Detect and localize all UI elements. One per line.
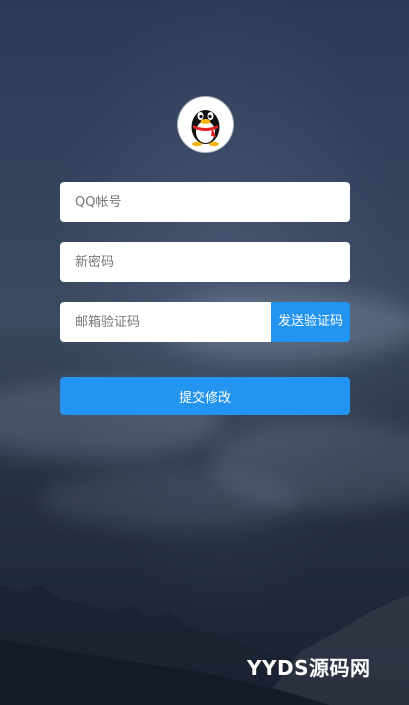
email-code-field[interactable]	[60, 302, 272, 342]
submit-button[interactable]: 提交修改	[60, 377, 350, 415]
new-password-input[interactable]	[60, 242, 350, 282]
qq-penguin-icon	[178, 97, 233, 152]
qq-account-field[interactable]	[60, 182, 350, 222]
watermark-text: YYDS源码网	[247, 656, 371, 680]
email-code-input[interactable]	[60, 302, 272, 342]
send-code-button[interactable]: 发送验证码	[271, 302, 350, 342]
qq-avatar	[178, 97, 233, 152]
qq-account-input[interactable]	[60, 182, 350, 222]
login-screen: 发送验证码 提交修改 YYDS源码网	[0, 0, 409, 705]
new-password-field[interactable]	[60, 242, 350, 282]
